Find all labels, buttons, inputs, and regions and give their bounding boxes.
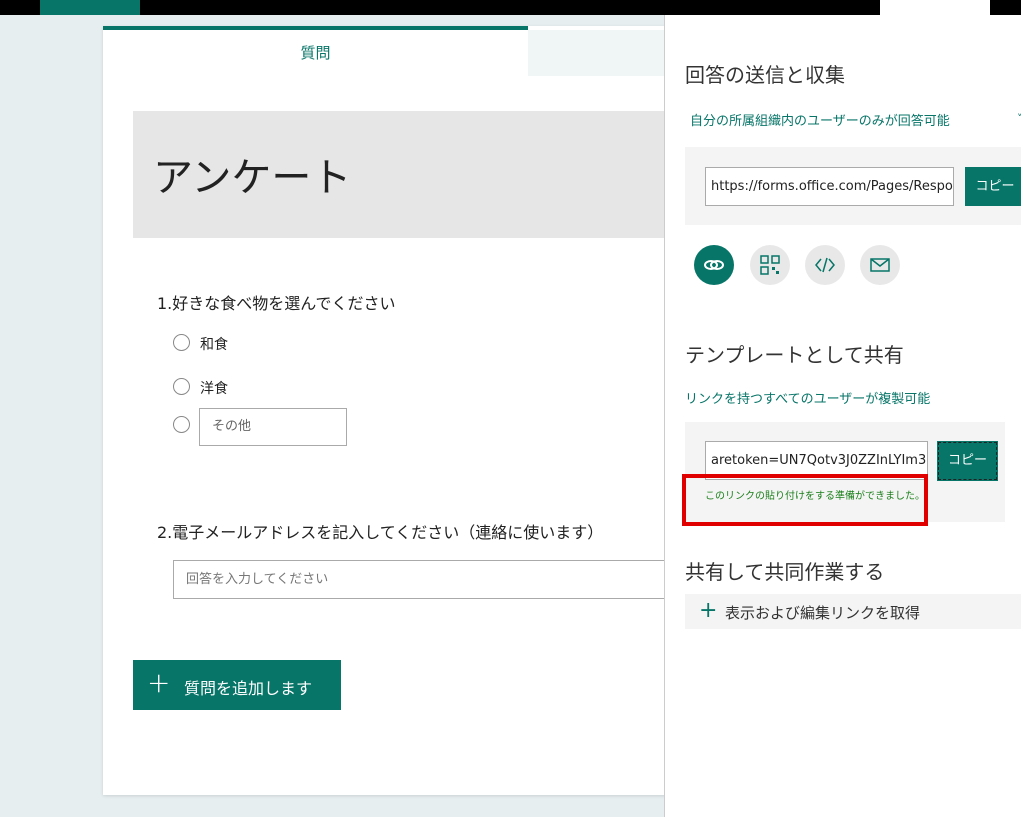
- get-edit-link-button[interactable]: + 表示および編集リンクを取得: [685, 594, 1021, 629]
- top-bar: [0, 0, 1021, 15]
- link-icon: [704, 260, 724, 270]
- form-title: アンケート: [153, 155, 352, 201]
- copy-template-url-button[interactable]: コピー: [937, 441, 998, 481]
- copy-response-url-button[interactable]: コピー: [965, 167, 1021, 206]
- option-label-yoshoku: 洋食: [200, 381, 228, 397]
- add-question-label: 質問を追加します: [184, 679, 313, 698]
- option-label-washoku: 和食: [200, 337, 228, 353]
- top-bar-segment: [880, 0, 990, 15]
- share-embed-button[interactable]: [805, 245, 845, 285]
- plus-icon: +: [147, 666, 171, 699]
- qr-code-icon: [760, 255, 780, 275]
- chevron-down-icon[interactable]: ˅: [1017, 112, 1021, 125]
- embed-code-icon: [815, 257, 835, 273]
- other-input[interactable]: その他: [199, 408, 347, 446]
- highlight-box: [682, 474, 928, 526]
- question-1-title: 1.好きな食べ物を選んでください: [157, 294, 396, 313]
- response-url-input[interactable]: https://forms.office.com/Pages/ResponseP…: [705, 167, 954, 206]
- share-qr-button[interactable]: [750, 245, 790, 285]
- collaborate-heading: 共有して共同作業する: [685, 560, 885, 584]
- template-heading: テンプレートとして共有: [685, 343, 904, 367]
- share-panel: [664, 15, 1021, 817]
- audience-link[interactable]: 自分の所属組織内のユーザーのみが回答可能: [690, 110, 950, 129]
- share-mail-button[interactable]: [860, 245, 900, 285]
- answer-input[interactable]: 回答を入力してください: [173, 560, 673, 599]
- share-link-button[interactable]: [694, 245, 734, 285]
- radio-option-yoshoku[interactable]: [173, 378, 190, 395]
- tab-questions-label: 質問: [300, 44, 331, 62]
- radio-option-washoku[interactable]: [173, 334, 190, 351]
- plus-icon: +: [699, 598, 718, 623]
- add-question-button[interactable]: + 質問を追加します: [133, 660, 341, 710]
- mail-icon: [870, 258, 890, 272]
- template-block-edge: [1005, 422, 1021, 522]
- top-bar-accent: [40, 0, 140, 15]
- tab-responses[interactable]: [528, 30, 668, 76]
- send-collect-heading: 回答の送信と収集: [685, 63, 845, 87]
- radio-option-other[interactable]: [173, 416, 190, 433]
- tab-questions[interactable]: 質問: [103, 26, 528, 76]
- template-audience-link[interactable]: リンクを持つすべてのユーザーが複製可能: [685, 388, 930, 407]
- form-title-banner[interactable]: アンケート: [133, 111, 673, 238]
- question-2-title: 2.電子メールアドレスを記入してください（連絡に使います）: [157, 523, 604, 542]
- get-edit-link-label: 表示および編集リンクを取得: [725, 604, 921, 622]
